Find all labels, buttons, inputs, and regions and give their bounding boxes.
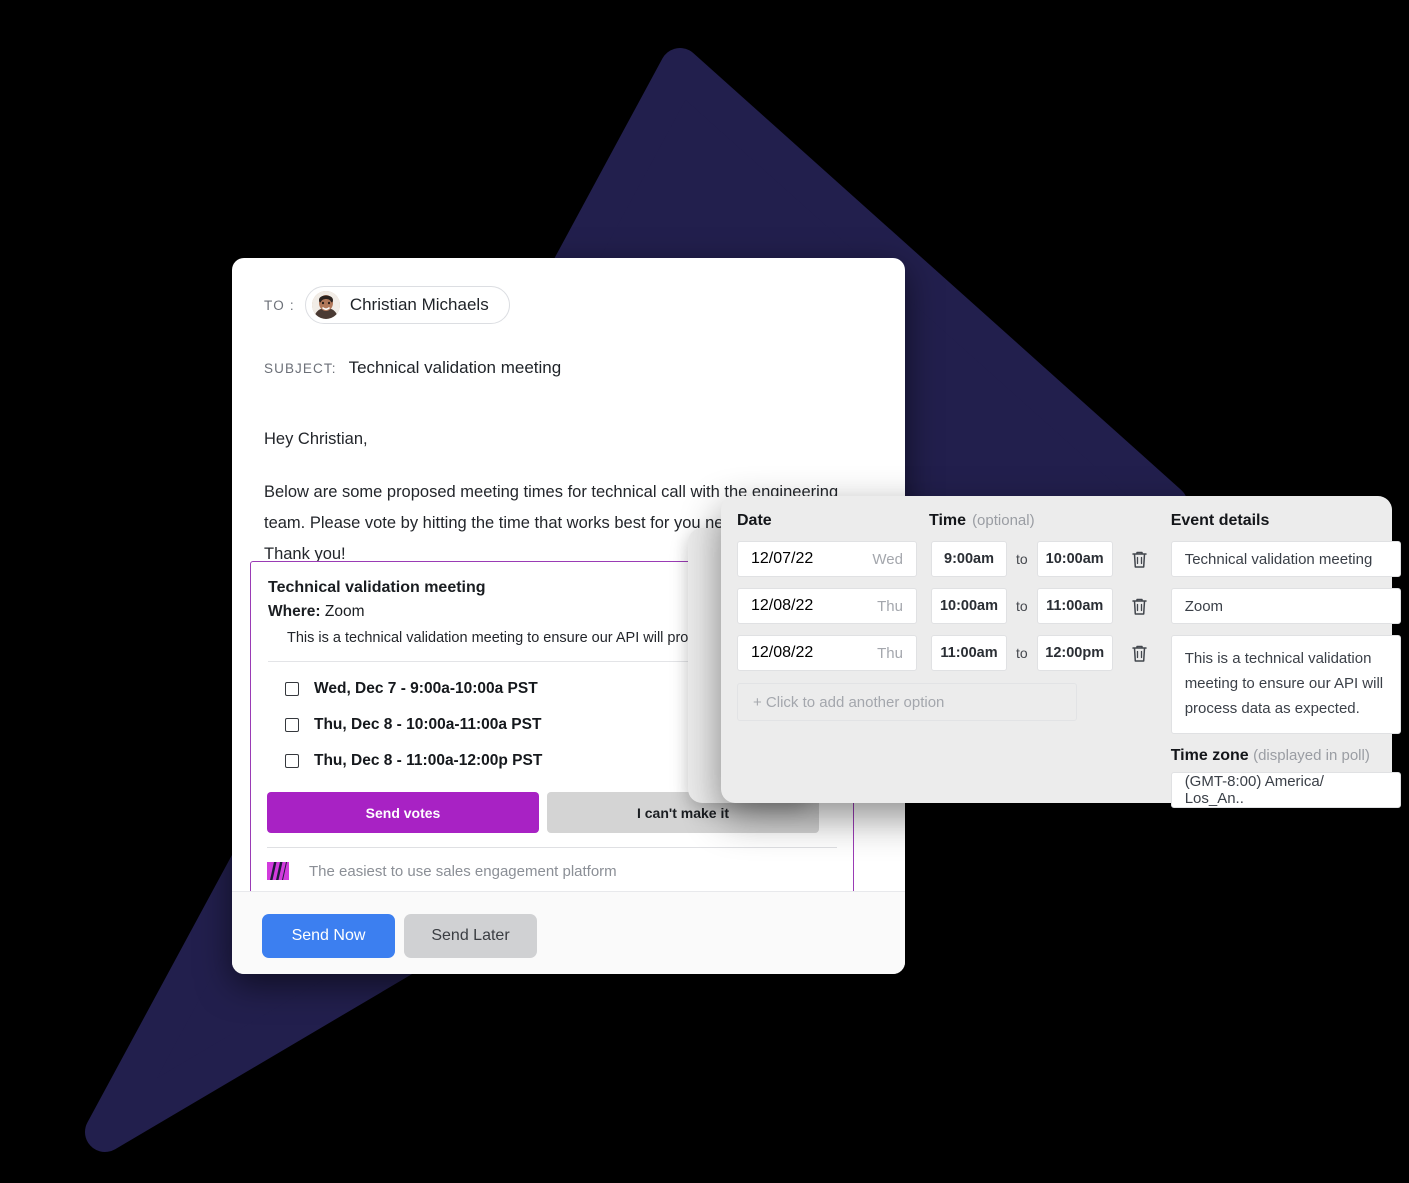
checkbox-icon[interactable] (285, 718, 299, 732)
event-description-input[interactable]: This is a technical validation meeting t… (1170, 635, 1401, 734)
send-later-button[interactable]: Send Later (404, 914, 537, 958)
timezone-header: Time zone (displayed in poll) (1171, 747, 1401, 765)
send-votes-button[interactable]: Send votes (267, 792, 539, 833)
slot-date-value: 12/08/22 (751, 597, 814, 614)
send-bar: Send Now Send Later (232, 891, 905, 974)
timezone-label: Time zone (1170, 747, 1249, 764)
scheduler-panel: Date Time (optional) 12/07/22 Wed 9:00am… (721, 496, 1401, 808)
user-avatar-icon (311, 291, 340, 319)
subject-value[interactable]: Technical validation meeting (349, 358, 562, 378)
slot-date-input[interactable]: 12/08/22 Thu (737, 635, 917, 671)
schedule-slot-row: 12/07/22 Wed 9:00am to 10:00am (737, 541, 1155, 577)
time-column-header: Time (929, 512, 967, 529)
poll-option-label: Thu, Dec 8 - 11:00a-12:00p PST (314, 752, 543, 769)
slot-start-time-input[interactable]: 10:00am (931, 588, 1007, 624)
subject-row: SUBJECT: Technical validation meeting (264, 358, 561, 378)
delete-slot-icon[interactable] (1125, 550, 1155, 569)
delete-slot-icon[interactable] (1125, 597, 1155, 616)
slot-date-value: 12/08/22 (751, 644, 814, 661)
timezone-select[interactable]: (GMT-8:00) America/ Los_An.. (1170, 772, 1401, 808)
screenshot-root: TO : Christian Michaels SUBJECT: Technic… (0, 0, 1409, 1183)
checkbox-icon[interactable] (285, 682, 299, 696)
recipient-name: Christian Michaels (349, 295, 489, 314)
poll-where-value: Zoom (324, 603, 365, 620)
slot-date-input[interactable]: 12/08/22 Thu (737, 588, 917, 624)
event-details-header: Event details (1170, 512, 1270, 529)
time-column-note: (optional) (972, 512, 1035, 529)
slot-to-label: to (1016, 551, 1028, 567)
date-column-header: Date (737, 512, 772, 529)
slot-start-time-input[interactable]: 11:00am (931, 635, 1007, 671)
send-now-button[interactable]: Send Now (262, 914, 395, 958)
subject-label: SUBJECT: (264, 361, 337, 376)
poll-footer: The easiest to use sales engagement plat… (251, 848, 853, 896)
scheduler-slots-column: Date Time (optional) 12/07/22 Wed 9:00am… (721, 496, 1155, 803)
slot-end-time-input[interactable]: 11:00am (1036, 588, 1113, 624)
timezone-note: (displayed in poll) (1253, 747, 1370, 764)
poll-where-label: Where: (268, 603, 321, 620)
to-label: TO : (264, 297, 295, 313)
slot-day-of-week: Thu (877, 597, 903, 615)
slot-date-input[interactable]: 12/07/22 Wed (737, 541, 917, 577)
scheduler-headers: Date Time (optional) (737, 512, 1155, 530)
slot-day-of-week: Thu (877, 644, 903, 662)
poll-option-label: Thu, Dec 8 - 10:00a-11:00a PST (314, 716, 542, 733)
slot-to-label: to (1016, 645, 1028, 661)
schedule-slot-row: 12/08/22 Thu 10:00am to 11:00am (737, 588, 1155, 624)
body-greeting: Hey Christian, (264, 430, 368, 448)
slot-end-time-input[interactable]: 10:00am (1036, 541, 1113, 577)
add-another-option-button[interactable]: + Click to add another option (737, 683, 1077, 721)
schedule-slot-row: 12/08/22 Thu 11:00am to 12:00pm (737, 635, 1155, 671)
checkbox-icon[interactable] (285, 754, 299, 768)
event-location-input[interactable]: Zoom (1170, 588, 1401, 624)
to-row: TO : Christian Michaels (264, 286, 510, 324)
event-details-column: Event details Technical validation meeti… (1155, 496, 1409, 808)
recipient-chip[interactable]: Christian Michaels (304, 286, 510, 324)
delete-slot-icon[interactable] (1125, 644, 1155, 663)
event-title-input[interactable]: Technical validation meeting (1170, 541, 1401, 577)
poll-option-label: Wed, Dec 7 - 9:00a-10:00a PST (314, 680, 538, 697)
slot-to-label: to (1016, 598, 1028, 614)
slot-date-value: 12/07/22 (751, 550, 814, 567)
slot-day-of-week: Wed (872, 550, 903, 568)
brand-logo-icon (267, 860, 289, 882)
slot-end-time-input[interactable]: 12:00pm (1036, 635, 1113, 671)
poll-footer-text: The easiest to use sales engagement plat… (309, 862, 617, 880)
slot-start-time-input[interactable]: 9:00am (931, 541, 1007, 577)
